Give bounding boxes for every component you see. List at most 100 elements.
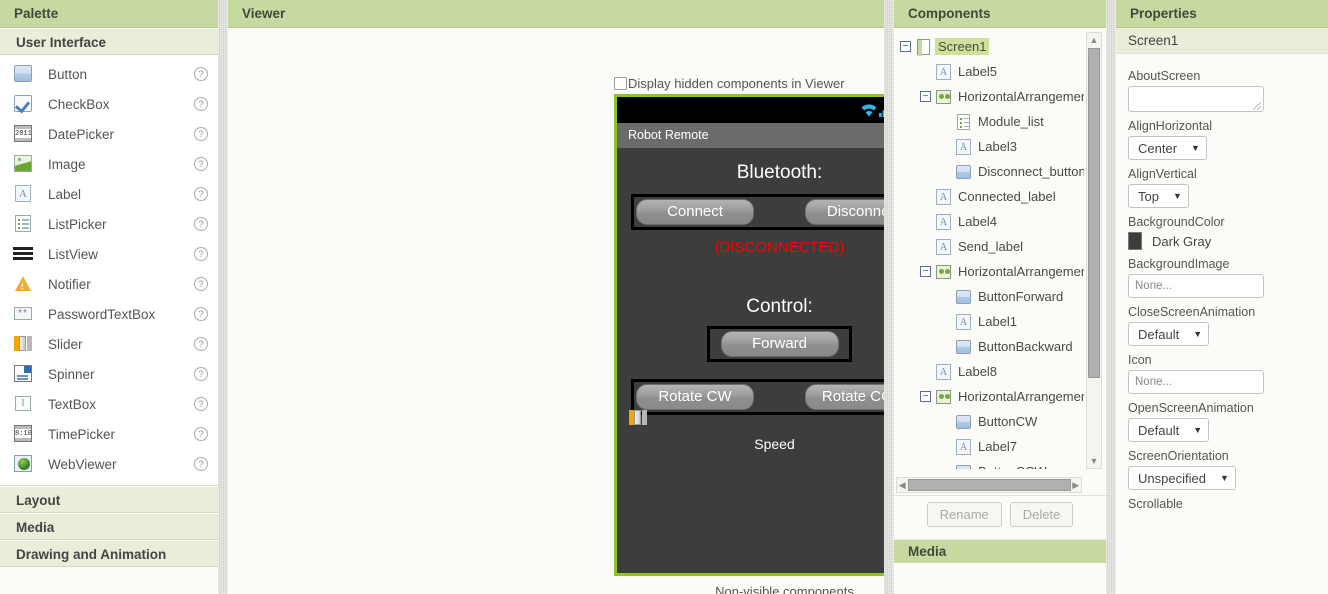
property-input-icon[interactable]: None... <box>1128 370 1264 394</box>
chevron-down-icon[interactable]: ▼ <box>1193 425 1202 435</box>
help-icon[interactable]: ? <box>194 397 208 411</box>
scroll-right-icon[interactable]: ▶ <box>1071 480 1082 491</box>
speed-slider-icon[interactable] <box>629 410 647 425</box>
tree-item-horizontalarrangemer[interactable]: − HorizontalArrangemer <box>894 384 1084 409</box>
disconnect-button[interactable]: Disconnect <box>805 199 884 225</box>
palette-item-label: WebViewer <box>48 456 117 472</box>
help-icon[interactable]: ? <box>194 187 208 201</box>
tree-item-module-list[interactable]: Module_list <box>894 109 1084 134</box>
palette-item-listpicker[interactable]: ListPicker ? <box>0 209 218 239</box>
help-icon[interactable]: ? <box>194 337 208 351</box>
rotate-ccw-button[interactable]: Rotate CCW <box>805 384 884 410</box>
tree-item-horizontalarrangemer[interactable]: − HorizontalArrangemer <box>894 259 1084 284</box>
chevron-down-icon[interactable]: ▼ <box>1220 473 1229 483</box>
palette-item-slider[interactable]: Slider ? <box>0 329 218 359</box>
help-icon[interactable]: ? <box>194 247 208 261</box>
help-icon[interactable]: ? <box>194 457 208 471</box>
scroll-up-icon[interactable]: ▲ <box>1090 33 1099 47</box>
palette-item-spinner[interactable]: Spinner ? <box>0 359 218 389</box>
palette-item-image[interactable]: Image ? <box>0 149 218 179</box>
forward-button[interactable]: Forward <box>720 331 839 357</box>
connect-button[interactable]: Connect <box>636 199 754 225</box>
scroll-down-icon[interactable]: ▼ <box>1090 454 1099 468</box>
scroll-left-icon[interactable]: ◀ <box>897 480 908 491</box>
palette-item-button[interactable]: Button ? <box>0 59 218 89</box>
tree-collapse-toggle[interactable]: − <box>920 91 931 102</box>
tree-item-screen1[interactable]: − Screen1 <box>894 34 1084 59</box>
help-icon[interactable]: ? <box>194 157 208 171</box>
rotate-cw-button[interactable]: Rotate CW <box>636 384 754 410</box>
help-icon[interactable]: ? <box>194 277 208 291</box>
palette-item-label[interactable]: A Label ? <box>0 179 218 209</box>
tree-item-buttonbackward[interactable]: ButtonBackward <box>894 334 1084 359</box>
horizontal-arrangement-rotate[interactable]: Rotate CW Rotate CCW <box>631 379 884 415</box>
help-icon[interactable]: ? <box>194 217 208 231</box>
phone-screen: Bluetooth: Connect Disconnect (DISCONNEC… <box>617 148 884 573</box>
palette-item-passwordtextbox[interactable]: ** PasswordTextBox ? <box>0 299 218 329</box>
non-visible-components-title: Non-visible components <box>715 584 854 594</box>
components-horizontal-scrollbar[interactable]: ◀ ▶ <box>896 477 1082 493</box>
tree-item-connected-label[interactable]: A Connected_label <box>894 184 1084 209</box>
textbox-icon-glyph: I <box>15 396 31 411</box>
tree-item-buttoncw[interactable]: ButtonCW <box>894 409 1084 434</box>
tree-collapse-toggle[interactable]: − <box>920 391 931 402</box>
tree-item-label5[interactable]: A Label5 <box>894 59 1084 84</box>
palette-item-textbox[interactable]: I TextBox ? <box>0 389 218 419</box>
horizontal-arrangement-bluetooth[interactable]: Connect Disconnect <box>631 194 884 230</box>
palette-item-datepicker[interactable]: 2011 DatePicker ? <box>0 119 218 149</box>
delete-button[interactable]: Delete <box>1009 501 1074 527</box>
property-color-backgroundcolor[interactable]: Dark Gray <box>1128 232 1316 250</box>
tree-item-label4[interactable]: A Label4 <box>894 209 1084 234</box>
display-hidden-components-checkbox[interactable] <box>614 77 627 90</box>
palette-item-checkbox[interactable]: CheckBox ? <box>0 89 218 119</box>
property-select-openscreenanimation[interactable]: Default ▼ <box>1128 418 1210 442</box>
palette-item-listview[interactable]: ListView ? <box>0 239 218 269</box>
display-hidden-components-row[interactable]: Display hidden components in Viewer <box>614 76 845 91</box>
property-input-aboutscreen[interactable] <box>1128 86 1264 112</box>
palette-section-drawing-and-animation[interactable]: Drawing and Animation <box>0 540 218 567</box>
components-vertical-scrollbar[interactable]: ▲ ▼ <box>1086 32 1102 469</box>
horizontal-arrangement-forward[interactable]: Forward <box>707 326 852 362</box>
tree-item-horizontalarrangemer[interactable]: − HorizontalArrangemer <box>894 84 1084 109</box>
rename-button[interactable]: Rename <box>926 501 1002 527</box>
properties-subject: Screen1 <box>1116 28 1328 54</box>
help-icon[interactable]: ? <box>194 97 208 111</box>
tree-item-label1[interactable]: A Label1 <box>894 309 1084 334</box>
palette-section-user-interface[interactable]: User Interface <box>0 28 218 55</box>
property-input-backgroundimage[interactable]: None... <box>1128 274 1264 298</box>
palette-item-webviewer[interactable]: WebViewer ? <box>0 449 218 479</box>
palette-section-layout[interactable]: Layout <box>0 486 218 513</box>
palette-item-notifier[interactable]: Notifier ? <box>0 269 218 299</box>
screen-icon <box>915 38 932 56</box>
palette-section-media[interactable]: Media <box>0 513 218 540</box>
help-icon[interactable]: ? <box>194 427 208 441</box>
tree-item-label8[interactable]: A Label8 <box>894 359 1084 384</box>
chevron-down-icon[interactable]: ▼ <box>1191 143 1200 153</box>
property-select-screenorientation[interactable]: Unspecified ▼ <box>1128 466 1236 490</box>
property-select-alignhorizontal[interactable]: Center ▼ <box>1128 136 1207 160</box>
palette-item-timepicker[interactable]: 8:10 TimePicker ? <box>0 419 218 449</box>
chevron-down-icon[interactable]: ▼ <box>1193 329 1202 339</box>
property-label-alignvertical: AlignVertical <box>1128 167 1197 181</box>
scrollbar-thumb[interactable] <box>1088 48 1100 378</box>
timepicker-icon: 8:10 <box>12 424 34 444</box>
tree-item-disconnect-button[interactable]: Disconnect_button <box>894 159 1084 184</box>
scrollbar-thumb[interactable] <box>907 479 1071 491</box>
help-icon[interactable]: ? <box>194 367 208 381</box>
passwordtextbox-icon: ** <box>12 304 34 324</box>
resize-grip-icon[interactable] <box>1253 102 1261 110</box>
tree-collapse-toggle[interactable]: − <box>900 41 911 52</box>
property-select-alignvertical[interactable]: Top ▼ <box>1128 184 1189 208</box>
tree-collapse-toggle[interactable]: − <box>920 266 931 277</box>
property-select-closescreenanimation[interactable]: Default ▼ <box>1128 322 1210 346</box>
help-icon[interactable]: ? <box>194 127 208 141</box>
tree-item-label7[interactable]: A Label7 <box>894 434 1084 459</box>
color-swatch[interactable] <box>1128 232 1142 250</box>
help-icon[interactable]: ? <box>194 67 208 81</box>
chevron-down-icon[interactable]: ▼ <box>1173 191 1182 201</box>
help-icon[interactable]: ? <box>194 307 208 321</box>
tree-item-buttonforward[interactable]: ButtonForward <box>894 284 1084 309</box>
tree-item-send-label[interactable]: A Send_label <box>894 234 1084 259</box>
tree-item-buttonccw[interactable]: ButtonCCW <box>894 459 1084 469</box>
tree-item-label3[interactable]: A Label3 <box>894 134 1084 159</box>
